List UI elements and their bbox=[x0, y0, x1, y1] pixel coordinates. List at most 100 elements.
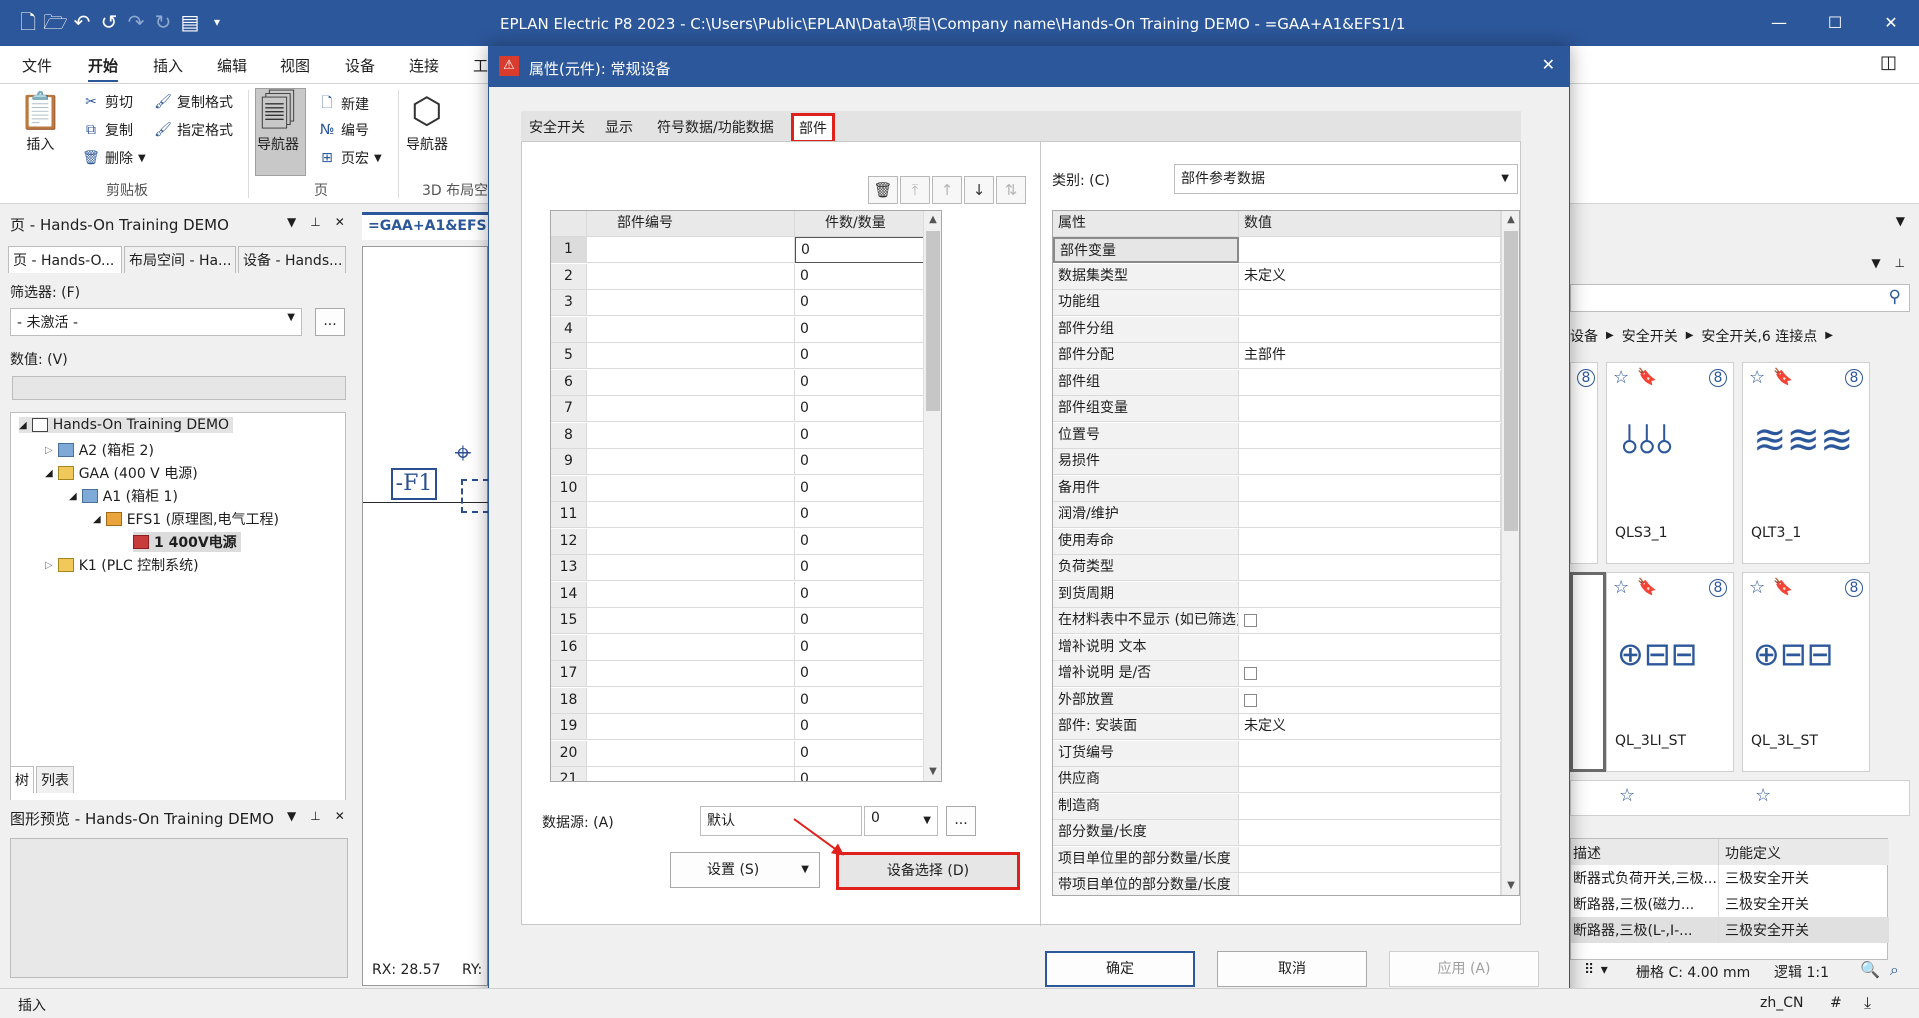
table-row[interactable]: 断路器,三极(磁力... 三极安全开关 bbox=[1571, 891, 1889, 917]
star-icon[interactable]: ☆ bbox=[1613, 367, 1629, 388]
row-number[interactable]: 21 bbox=[551, 767, 587, 781]
dropdown-icon[interactable]: ▼ bbox=[1871, 256, 1880, 270]
table-row[interactable]: 90 bbox=[551, 449, 941, 475]
part-number-cell[interactable] bbox=[587, 449, 795, 475]
cancel-button[interactable]: 取消 bbox=[1217, 951, 1367, 987]
column-header[interactable]: 功能定义 bbox=[1719, 839, 1889, 865]
row-number[interactable]: 18 bbox=[551, 687, 587, 714]
part-number-cell[interactable] bbox=[587, 263, 795, 290]
cut-button[interactable]: ✂ 剪切 bbox=[82, 92, 133, 112]
star-icon[interactable]: ☆ bbox=[1749, 577, 1765, 598]
quantity-cell[interactable]: 0 bbox=[795, 767, 941, 781]
part-number-cell[interactable] bbox=[587, 237, 795, 263]
row-number[interactable]: 6 bbox=[551, 369, 587, 396]
insert-button[interactable]: 📋 插入 bbox=[18, 90, 63, 154]
quantity-cell[interactable]: 0 bbox=[795, 476, 941, 502]
tree-node-efs1[interactable]: ◢ EFS1 (原理图,电气工程) bbox=[93, 509, 279, 529]
move-top-icon[interactable]: ⤒ bbox=[900, 176, 930, 204]
row-number[interactable]: 5 bbox=[551, 343, 587, 369]
part-number-cell[interactable] bbox=[587, 740, 795, 767]
filter-more-button[interactable]: ... bbox=[315, 308, 345, 336]
macro-card[interactable]: ☆ 🔖 8 ⊕⊟⊟ QL_3L_ST bbox=[1742, 572, 1870, 772]
tree-node-project[interactable]: ◢ Hands-On Training DEMO bbox=[19, 417, 234, 433]
move-down-icon[interactable]: ↓ bbox=[964, 176, 994, 204]
property-value[interactable] bbox=[1239, 422, 1501, 449]
property-value[interactable] bbox=[1239, 581, 1501, 608]
table-row[interactable]: 40 bbox=[551, 316, 941, 343]
part-number-cell[interactable] bbox=[587, 316, 795, 343]
row-number[interactable]: 14 bbox=[551, 581, 587, 608]
tab-insert[interactable]: 插入 bbox=[153, 55, 183, 76]
hash-indicator[interactable]: # bbox=[1830, 995, 1842, 1011]
vertical-scrollbar[interactable]: ▲ ▼ bbox=[1501, 211, 1519, 895]
row-number[interactable]: 9 bbox=[551, 449, 587, 475]
pin-icon[interactable]: ⊥ bbox=[310, 809, 320, 823]
property-value[interactable] bbox=[1239, 820, 1501, 846]
column-header[interactable]: 描述 bbox=[1571, 839, 1719, 865]
star-icon[interactable]: ☆ bbox=[1749, 367, 1765, 388]
schematic-canvas[interactable]: -F1 ⌖ bbox=[362, 246, 489, 986]
part-number-cell[interactable] bbox=[587, 343, 795, 369]
table-row[interactable]: 21 0 bbox=[551, 767, 941, 781]
ribbon-options-icon[interactable]: ◫ bbox=[1880, 52, 1897, 73]
part-number-cell[interactable] bbox=[587, 369, 795, 396]
tab-devices[interactable]: 设备 - Hands... bbox=[238, 246, 346, 273]
sort-icon[interactable]: ⇅ bbox=[996, 176, 1026, 204]
column-header[interactable]: 部件编号 bbox=[587, 211, 795, 237]
quantity-cell[interactable]: 0⬍ bbox=[795, 237, 941, 263]
property-value[interactable]: 未定义 bbox=[1239, 714, 1501, 740]
property-value[interactable] bbox=[1239, 369, 1501, 396]
filter-select[interactable]: - 未激活 - ▼ bbox=[10, 308, 302, 336]
property-row[interactable]: 部件组变量 bbox=[1053, 396, 1501, 422]
property-value[interactable]: 未定义 bbox=[1239, 263, 1501, 290]
property-value[interactable] bbox=[1239, 555, 1501, 581]
tree-node-a1[interactable]: ◢ A1 (箱柜 1) bbox=[69, 486, 178, 506]
property-value[interactable] bbox=[1239, 740, 1501, 767]
property-row[interactable]: 增补说明 是/否 bbox=[1053, 661, 1501, 687]
table-row[interactable]: 1 0⬍ bbox=[551, 237, 941, 263]
zoom-icon[interactable]: 🔍 bbox=[1860, 960, 1880, 980]
part-number-cell[interactable] bbox=[587, 661, 795, 687]
row-number[interactable]: 12 bbox=[551, 528, 587, 555]
close-icon[interactable]: ✕ bbox=[1542, 55, 1555, 74]
tab-pages[interactable]: 页 - Hands-O... bbox=[8, 246, 122, 273]
assign-format-button[interactable]: 🖌 指定格式 bbox=[154, 120, 233, 140]
table-row[interactable]: 20 bbox=[551, 263, 941, 290]
tab-layout-space[interactable]: 布局空间 - Ha... bbox=[124, 246, 236, 273]
number-pages-button[interactable]: № 编号 bbox=[318, 120, 369, 140]
property-row[interactable]: 功能组 bbox=[1053, 290, 1501, 316]
tab-file[interactable]: 文件 bbox=[22, 55, 52, 76]
property-value[interactable] bbox=[1239, 608, 1501, 634]
apply-button[interactable]: 应用 (A) bbox=[1389, 951, 1539, 987]
row-number[interactable]: 16 bbox=[551, 634, 587, 661]
tree-node-a2[interactable]: ▷ A2 (箱柜 2) bbox=[45, 440, 154, 460]
dropdown-icon[interactable]: ▼ bbox=[1896, 214, 1905, 228]
property-row[interactable]: 制造商 bbox=[1053, 793, 1501, 820]
scroll-down-icon[interactable]: ▼ bbox=[1502, 877, 1519, 895]
table-row[interactable]: 80 bbox=[551, 422, 941, 449]
copy-button[interactable]: ⧉ 复制 bbox=[82, 120, 133, 140]
star-icon[interactable]: ☆ bbox=[1619, 785, 1635, 806]
table-row[interactable]: 70 bbox=[551, 396, 941, 422]
row-number[interactable]: 2 bbox=[551, 263, 587, 290]
settings-button[interactable]: 设置 (S) ▼ bbox=[670, 852, 820, 888]
property-row[interactable]: 外部放置 bbox=[1053, 687, 1501, 714]
part-number-cell[interactable] bbox=[587, 581, 795, 608]
bookmark-icon[interactable]: 🔖 bbox=[1773, 367, 1793, 386]
table-row[interactable]: 20 0 bbox=[551, 740, 941, 767]
property-row[interactable]: 备用件 bbox=[1053, 475, 1501, 502]
grid-corner[interactable] bbox=[551, 211, 587, 237]
property-value[interactable] bbox=[1239, 475, 1501, 502]
tab-device[interactable]: 设备 bbox=[345, 55, 375, 76]
scroll-thumb[interactable] bbox=[1504, 231, 1518, 531]
logic-readout[interactable]: 逻辑 1:1 bbox=[1774, 962, 1829, 982]
move-up-icon[interactable]: ↑ bbox=[932, 176, 962, 204]
table-row[interactable]: 30 bbox=[551, 290, 941, 316]
scroll-thumb[interactable] bbox=[926, 231, 940, 411]
property-row[interactable]: 供应商 bbox=[1053, 767, 1501, 793]
quantity-cell[interactable]: 0 bbox=[795, 449, 941, 475]
delete-row-icon[interactable]: 🗑 bbox=[868, 176, 898, 204]
property-value[interactable] bbox=[1239, 528, 1501, 555]
quantity-cell[interactable]: 0 bbox=[795, 608, 941, 634]
property-value[interactable] bbox=[1239, 502, 1501, 528]
